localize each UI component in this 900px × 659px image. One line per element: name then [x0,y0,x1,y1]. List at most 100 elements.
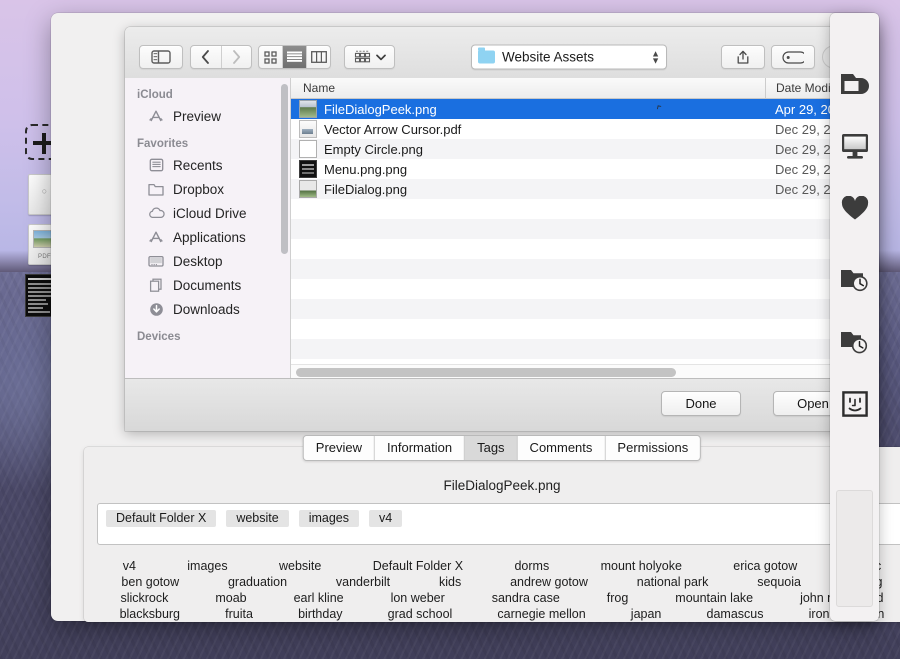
tag-cloud-item[interactable]: mount holyoke [599,559,684,573]
app-store-icon [147,108,165,124]
dock-item-favorites[interactable] [830,177,879,239]
current-folder-label: Website Assets [502,49,595,65]
open-file-dialog: Website Assets ▲ ▼ iCloud Preview Favori… [125,27,875,431]
sidebar-item-downloads[interactable]: Downloads [125,297,290,321]
tag-cloud-item[interactable]: Default Folder X [371,559,465,573]
tag-cloud-item[interactable]: moab [213,591,248,605]
tag-cloud-item[interactable]: sandra case [490,591,562,605]
tab-information[interactable]: Information [375,436,466,460]
forward-button[interactable] [222,46,252,68]
sidebar-toggle-button[interactable] [139,45,183,69]
tag-cloud-item[interactable]: images [185,559,229,573]
tag-cloud-item[interactable]: v4 [121,559,138,573]
dialog-body: iCloud Preview Favorites Recents Dropbox… [125,78,875,379]
tab-tags[interactable]: Tags [465,436,518,460]
icon-view-icon [264,50,277,64]
tag-chip[interactable]: Default Folder X [106,510,217,527]
tag-cloud-item[interactable]: kids [437,575,463,589]
sidebar-scrollbar[interactable] [281,84,288,254]
empty-row [291,299,875,319]
tag-cloud-item[interactable]: grad school [386,607,455,621]
tag-cloud-item[interactable]: frog [605,591,631,605]
sidebar-item-documents[interactable]: Documents [125,273,290,297]
tag-cloud-item[interactable]: website [277,559,323,573]
share-button[interactable] [721,45,765,69]
download-icon [147,301,165,317]
tag-cloud-item[interactable]: mountain lake [673,591,755,605]
file-list: Name Date Modified FileDialogPeek.png Ap… [291,78,875,379]
dock-item-recent-folders[interactable] [830,249,879,311]
tag-cloud-item[interactable]: national park [635,575,711,589]
tag-cloud-item[interactable]: erica gotow [731,559,799,573]
tag-cloud-row: v4 images website Default Folder X dorms… [97,559,900,573]
tag-cloud-item[interactable]: fruita [223,607,255,621]
sidebar-item-icloud-drive[interactable]: iCloud Drive [125,201,290,225]
view-mode-list[interactable] [283,46,307,68]
table-row[interactable]: Empty Circle.png Dec 29, 2013, 10 [291,139,875,159]
applied-tags-field[interactable]: Default Folder X website images v4 [97,503,900,545]
sidebar-group-title-devices: Devices [137,331,181,343]
tag-cloud-item[interactable]: carnegie mellon [495,607,587,621]
tag-cloud-item[interactable]: lon weber [389,591,447,605]
done-button[interactable]: Done [661,391,741,416]
dock-empty-drop-area[interactable] [836,490,873,607]
file-name-cell: Menu.png.png [291,160,765,178]
default-folder-x-window: Website Assets ▲ ▼ iCloud Preview Favori… [51,13,900,622]
tag-cloud-item[interactable]: andrew gotow [508,575,590,589]
tag-chip[interactable]: images [298,510,360,527]
tag-cloud-item[interactable]: graduation [226,575,289,589]
pdf-file-icon [299,120,317,138]
folder-icon [478,47,495,64]
desktop-icon [147,253,165,269]
dock-item-computer[interactable] [830,115,879,177]
table-row[interactable]: FileDialog.png Dec 29, 2013, 4: [291,179,875,199]
tab-permissions[interactable]: Permissions [605,436,701,460]
tag-cloud-item[interactable]: earl kline [292,591,346,605]
horizontal-scrollbar[interactable] [291,364,875,379]
horizontal-scrollbar-thumb[interactable] [296,368,676,377]
tag-button[interactable] [771,45,815,69]
view-mode-icons[interactable] [259,46,283,68]
tag-chip[interactable]: website [226,510,289,527]
dock-item-folders[interactable] [830,53,879,115]
arrange-by-button[interactable] [344,45,395,69]
empty-row [291,339,875,359]
tag-cloud-item[interactable]: slickrock [118,591,170,605]
sidebar-item-preview[interactable]: Preview [125,104,290,128]
tag-cloud-item[interactable]: ben gotow [119,575,181,589]
tag-cloud-row: slickrock moab earl kline lon weber sand… [97,591,900,605]
tab-preview[interactable]: Preview [303,436,376,460]
chevron-right-icon [232,50,240,64]
empty-row [291,259,875,279]
dock-item-recent-files[interactable] [830,311,879,373]
tag-cloud-item[interactable]: damascus [705,607,766,621]
sidebar-item-recents[interactable]: Recents [125,153,290,177]
table-row[interactable]: FileDialogPeek.png Apr 29, 2014, 2: [291,99,875,119]
tag-cloud-item[interactable]: blacksburg [118,607,182,621]
tag-chip[interactable]: v4 [369,510,403,527]
dialog-toolbar: Website Assets ▲ ▼ [125,27,875,79]
dock-divider [830,239,879,249]
tag-cloud-item[interactable]: dorms [512,559,551,573]
column-header-name[interactable]: Name [291,81,765,95]
table-row[interactable]: Vector Arrow Cursor.pdf Dec 29, 2013, 10 [291,119,875,139]
tag-cloud-item[interactable]: sequoia [755,575,803,589]
share-icon [737,50,749,64]
chevron-down-icon [375,54,386,60]
view-mode-columns[interactable] [307,46,330,68]
path-popup-button[interactable]: Website Assets ▲ ▼ [471,44,667,70]
sidebar-group-title-favorites: Favorites [137,138,189,150]
sidebar-item-desktop[interactable]: Desktop [125,249,290,273]
file-list-header: Name Date Modified [291,78,875,99]
back-button[interactable] [191,46,222,68]
tag-cloud-item[interactable]: japan [629,607,664,621]
tag-cloud-item[interactable]: vanderbilt [334,575,392,589]
recent-files-clock-icon [840,332,867,354]
table-row[interactable]: Menu.png.png Dec 29, 2013, 4: [291,159,875,179]
empty-row [291,199,875,219]
dock-item-finder[interactable] [830,373,879,435]
tag-cloud-item[interactable]: birthday [296,607,344,621]
sidebar-item-applications[interactable]: Applications [125,225,290,249]
sidebar-item-dropbox[interactable]: Dropbox [125,177,290,201]
tab-comments[interactable]: Comments [517,436,606,460]
